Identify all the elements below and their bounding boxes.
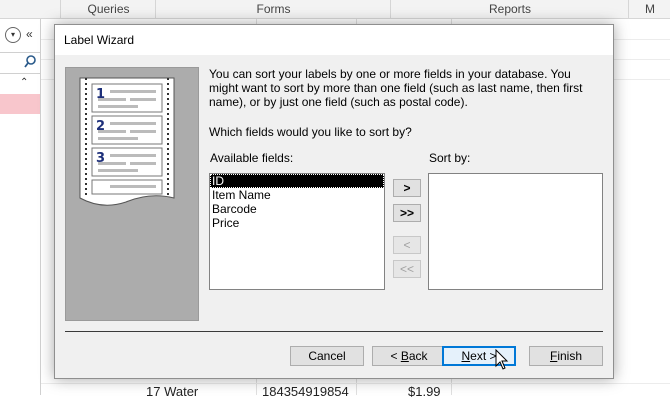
back-prefix: < <box>390 349 401 363</box>
intro-text: You can sort your labels by one or more … <box>209 67 583 109</box>
search-icon[interactable] <box>24 55 36 71</box>
tab-reports[interactable]: Reports <box>390 0 629 18</box>
back-mnemonic: B <box>400 349 409 363</box>
sort-by-list[interactable] <box>428 173 603 290</box>
list-item[interactable]: Item Name <box>210 188 384 202</box>
navigation-pane: ▾ « ⌃ <box>0 19 41 395</box>
tab-forms[interactable]: Forms <box>155 0 391 18</box>
sort-question: Which fields would you like to sort by? <box>209 125 412 139</box>
add-all-fields-button[interactable]: >> <box>393 204 421 222</box>
back-rest: ack <box>408 349 428 363</box>
nav-search-field[interactable] <box>0 52 40 74</box>
cell-barcode[interactable]: 184354919854 <box>262 384 349 399</box>
available-fields-label: Available fields: <box>210 151 294 165</box>
label-sheet-illustration: 1 2 3 <box>79 77 175 206</box>
finish-button[interactable]: Finish <box>529 346 603 366</box>
remove-field-button[interactable]: < <box>393 236 421 254</box>
cell-price[interactable]: $1.99 <box>408 384 441 399</box>
nav-selected-item[interactable] <box>0 94 40 114</box>
mouse-cursor-icon <box>495 349 509 370</box>
dialog-title: Label Wizard <box>64 33 135 47</box>
remove-all-fields-button[interactable]: << <box>393 260 421 278</box>
label-number-2: 2 <box>96 119 105 134</box>
list-item[interactable]: Barcode <box>210 202 384 216</box>
finish-rest: inish <box>557 349 583 363</box>
label-number-3: 3 <box>96 151 105 166</box>
back-button[interactable]: < Back <box>372 346 446 366</box>
cell-item-name[interactable]: 17 Water <box>146 384 198 399</box>
dialog-titlebar[interactable]: Label Wizard <box>55 25 613 55</box>
list-item[interactable]: ID <box>210 174 384 188</box>
tab-queries[interactable]: Queries <box>60 0 156 18</box>
chevron-up-icon[interactable]: ⌃ <box>20 77 28 88</box>
add-field-button[interactable]: > <box>393 179 421 197</box>
label-number-1: 1 <box>96 87 105 102</box>
wizard-illustration: 1 2 3 <box>65 67 199 321</box>
ribbon-tab-bar: Queries Forms Reports M <box>0 0 670 19</box>
next-mnemonic: N <box>461 349 471 363</box>
next-rest: ext > <box>470 349 497 363</box>
list-item[interactable]: Price <box>210 216 384 230</box>
grid-row-line <box>41 383 670 384</box>
collapse-nav-button[interactable]: « <box>26 27 33 41</box>
sort-by-label: Sort by: <box>429 151 471 165</box>
tab-more[interactable]: M <box>628 0 670 18</box>
available-fields-list[interactable]: ID Item Name Barcode Price <box>209 173 385 290</box>
cancel-button[interactable]: Cancel <box>290 346 364 366</box>
divider <box>65 331 603 332</box>
nav-dropdown-button[interactable]: ▾ <box>5 27 21 43</box>
label-wizard-dialog: Label Wizard 1 2 3 You can sort your lab <box>54 24 614 379</box>
